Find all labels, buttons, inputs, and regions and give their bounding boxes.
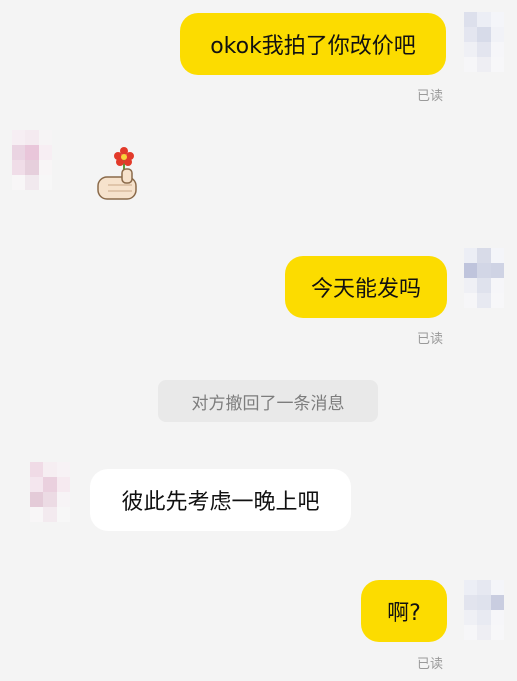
avatar-contact[interactable] [12, 130, 52, 190]
message-bubble-mine[interactable]: 今天能发吗 [285, 256, 447, 318]
avatar-self[interactable] [464, 248, 504, 308]
avatar-contact[interactable] [30, 462, 70, 522]
read-receipt: 已读 [417, 657, 444, 672]
message-bubble-mine[interactable]: 啊? [361, 580, 447, 642]
read-receipt: 已读 [417, 89, 444, 104]
read-receipt: 已读 [417, 332, 444, 347]
sticker-hand-flower-icon[interactable] [94, 145, 142, 205]
recall-notice: 对方撤回了一条消息 [158, 380, 378, 422]
message-bubble-mine[interactable]: okok我拍了你改价吧 [180, 13, 446, 75]
avatar-self[interactable] [464, 580, 504, 640]
message-bubble-theirs[interactable]: 彼此先考虑一晚上吧 [90, 469, 351, 531]
avatar-self[interactable] [464, 12, 504, 72]
